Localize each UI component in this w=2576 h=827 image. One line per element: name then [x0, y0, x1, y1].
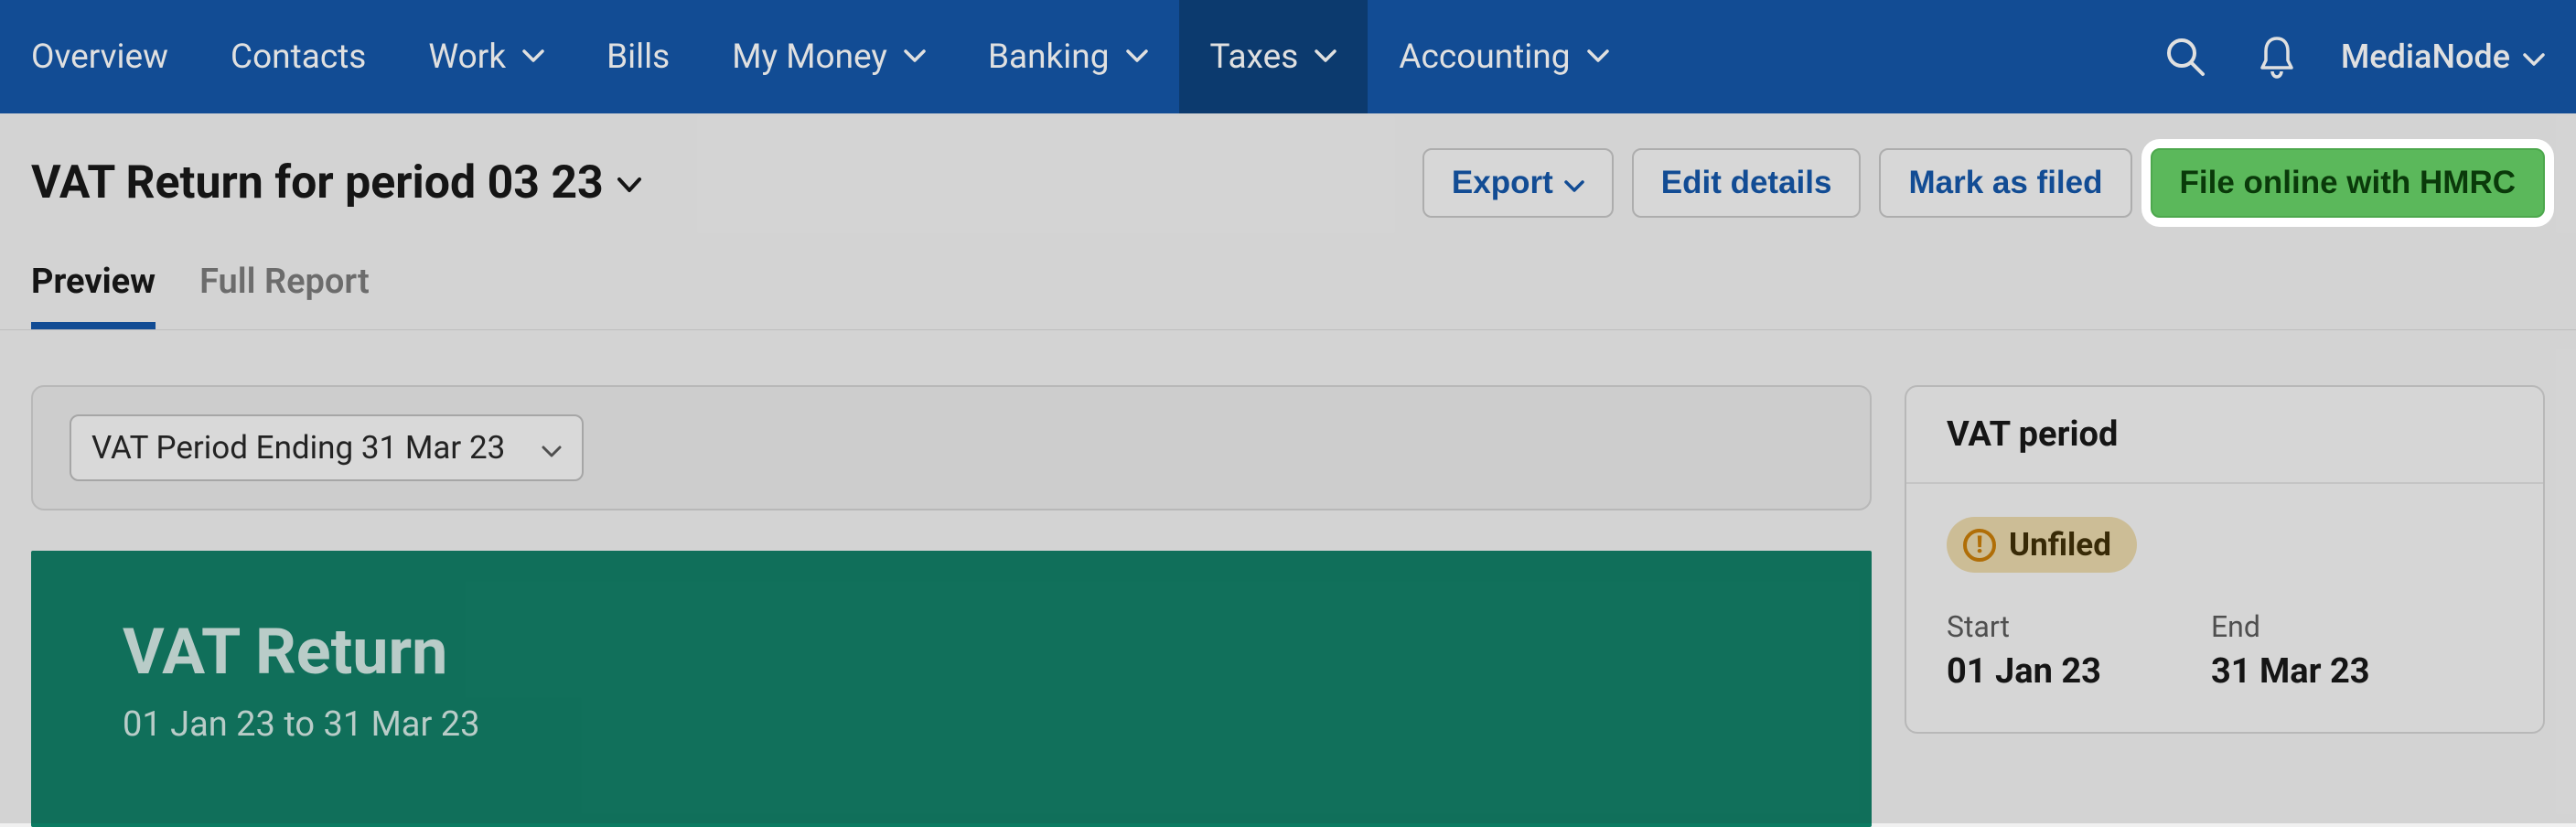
date-grid: Start 01 Jan 23 End 31 Mar 23: [1947, 609, 2503, 692]
vat-period-select[interactable]: VAT Period Ending 31 Mar 23: [70, 414, 584, 481]
card-title: VAT period: [1906, 387, 2543, 484]
start-value: 01 Jan 23: [1947, 651, 2101, 692]
nav-label: Bills: [606, 38, 670, 77]
chevron-down-icon: [542, 429, 562, 467]
banner-heading: VAT Return: [123, 615, 1780, 690]
export-button[interactable]: Export: [1422, 148, 1614, 218]
chevron-down-icon: [1126, 49, 1148, 64]
account-name: MediaNode: [2341, 38, 2510, 76]
nav-label: Taxes: [1210, 38, 1299, 77]
end-date: End 31 Mar 23: [2211, 609, 2370, 692]
status-text: Unfiled: [2009, 526, 2111, 564]
chevron-down-icon: [904, 49, 926, 64]
nav-item-banking[interactable]: Banking: [957, 0, 1179, 113]
button-label: File online with HMRC: [2180, 165, 2516, 201]
nav-label: Contacts: [231, 38, 366, 77]
chevron-down-icon: [1564, 165, 1584, 201]
mark-as-filed-button[interactable]: Mark as filed: [1879, 148, 2131, 218]
nav-item-bills[interactable]: Bills: [575, 0, 701, 113]
bell-icon[interactable]: [2249, 29, 2304, 84]
page-header: VAT Return for period 03 23 Export Edit …: [0, 113, 2576, 218]
nav-item-work[interactable]: Work: [397, 0, 575, 113]
chevron-down-icon: [2523, 38, 2545, 76]
button-label: Export: [1452, 165, 1553, 201]
nav-item-taxes[interactable]: Taxes: [1179, 0, 1368, 113]
tab-label: Preview: [31, 262, 156, 302]
status-badge: ! Unfiled: [1947, 517, 2137, 573]
period-select-card: VAT Period Ending 31 Mar 23: [31, 385, 1872, 510]
nav-label: Banking: [988, 38, 1110, 77]
tab-full-report[interactable]: Full Report: [199, 262, 370, 329]
chevron-down-icon: [617, 177, 642, 195]
header-actions: Export Edit details Mark as filed File o…: [1422, 148, 2545, 218]
nav-item-my-money[interactable]: My Money: [701, 0, 957, 113]
search-icon[interactable]: [2158, 29, 2213, 84]
start-date: Start 01 Jan 23: [1947, 609, 2101, 692]
chevron-down-icon: [1315, 49, 1336, 64]
edit-details-button[interactable]: Edit details: [1632, 148, 1862, 218]
start-label: Start: [1947, 609, 2101, 644]
alert-icon: !: [1963, 529, 1996, 562]
end-value: 31 Mar 23: [2211, 651, 2370, 692]
content: VAT Period Ending 31 Mar 23 VAT Return 0…: [0, 330, 2576, 827]
file-online-button[interactable]: File online with HMRC: [2151, 148, 2545, 218]
end-label: End: [2211, 609, 2370, 644]
chevron-down-icon: [522, 49, 544, 64]
nav-item-accounting[interactable]: Accounting: [1368, 0, 1639, 113]
vat-return-banner: VAT Return 01 Jan 23 to 31 Mar 23: [31, 551, 1872, 827]
tab-label: Full Report: [199, 262, 370, 302]
banner-date-range: 01 Jan 23 to 31 Mar 23: [123, 704, 1780, 745]
top-nav: Overview Contacts Work Bills My Money Ba…: [0, 0, 2576, 113]
button-label: Edit details: [1661, 165, 1832, 201]
select-value: VAT Period Ending 31 Mar 23: [91, 429, 505, 467]
tabs: Preview Full Report: [0, 218, 2576, 330]
page-title-dropdown[interactable]: VAT Return for period 03 23: [31, 156, 642, 209]
nav-label: My Money: [732, 38, 887, 77]
page-title: VAT Return for period 03 23: [31, 156, 604, 209]
nav-label: Overview: [31, 38, 168, 77]
nav-item-overview[interactable]: Overview: [26, 0, 199, 113]
nav-items: Overview Contacts Work Bills My Money Ba…: [26, 0, 1640, 113]
account-menu[interactable]: MediaNode: [2341, 38, 2550, 76]
left-column: VAT Period Ending 31 Mar 23 VAT Return 0…: [31, 385, 1872, 827]
nav-label: Accounting: [1399, 38, 1570, 77]
vat-period-card: VAT period ! Unfiled Start 01 Jan 23 End…: [1905, 385, 2545, 734]
chevron-down-icon: [1587, 49, 1609, 64]
card-body: ! Unfiled Start 01 Jan 23 End 31 Mar 23: [1906, 484, 2543, 732]
tab-preview[interactable]: Preview: [31, 262, 156, 329]
button-label: Mark as filed: [1908, 165, 2102, 201]
nav-label: Work: [428, 38, 506, 77]
nav-item-contacts[interactable]: Contacts: [199, 0, 397, 113]
nav-right: MediaNode: [2158, 29, 2550, 84]
right-column: VAT period ! Unfiled Start 01 Jan 23 End…: [1905, 385, 2545, 734]
